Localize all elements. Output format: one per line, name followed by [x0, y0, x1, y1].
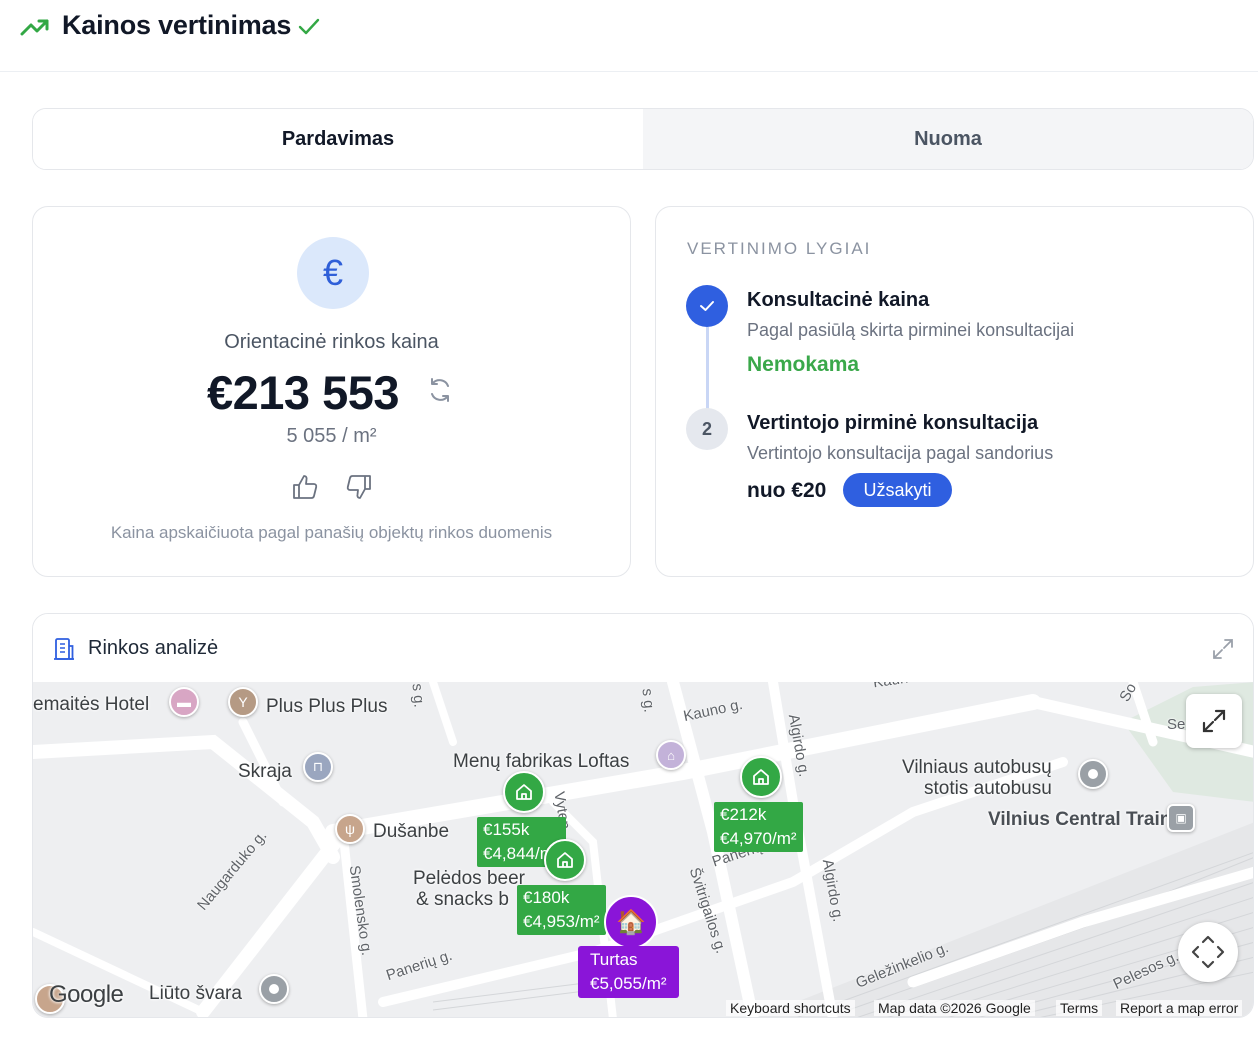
listing-price: €155k — [483, 820, 530, 839]
move-arrows-icon — [1191, 935, 1225, 969]
market-analysis-card: Rinkos analizė Kauno g. Algirdo g. Algir… — [32, 613, 1254, 1018]
level-2-subtitle: Vertintojo konsultacija pagal sandorius — [747, 443, 1054, 463]
price-per-m2: 5 055 / m² — [286, 425, 377, 447]
street-label: s g. — [638, 687, 658, 714]
level-1-price: Nemokama — [747, 353, 860, 376]
fullscreen-button[interactable] — [1186, 694, 1242, 748]
estimate-label: Orientacinė rinkos kaina — [224, 331, 439, 353]
expand-icon[interactable] — [1210, 636, 1236, 662]
page-header: Kainos vertinimas — [0, 0, 1258, 72]
tab-rent[interactable]: Nuoma — [643, 109, 1253, 169]
target-label: Turtas — [590, 950, 638, 969]
listing-price: €180k — [523, 888, 570, 907]
shopping-bag-icon[interactable]: ⊓ — [303, 752, 333, 782]
hotel-icon[interactable]: ▬ — [169, 687, 199, 717]
price-estimate-card: € Orientacinė rinkos kaina €213 553 5 05… — [32, 206, 631, 577]
listing-house-icon[interactable] — [503, 771, 545, 813]
refresh-icon[interactable] — [427, 377, 453, 403]
listing-house-icon[interactable] — [544, 839, 586, 881]
target-price-tag[interactable]: Turtas €5,055/m² — [578, 946, 679, 998]
valuation-levels-card: VERTINIMO LYGIAI Konsultacinė kaina Paga… — [655, 206, 1254, 577]
bus-station-icon[interactable] — [1078, 759, 1108, 789]
step-connector — [706, 327, 709, 410]
train-icon[interactable]: ▣ — [1167, 804, 1195, 832]
map-header: Rinkos analizė — [33, 614, 1253, 682]
level-1-subtitle: Pagal pasiūlą skirta pirminei konsultaci… — [747, 320, 1075, 340]
keyboard-shortcuts-link[interactable]: Keyboard shortcuts — [726, 1000, 855, 1016]
street-label: Se — [1167, 716, 1186, 733]
poi-label-skraja: Skraja — [238, 761, 292, 782]
building-icon — [54, 638, 74, 660]
check-icon — [298, 18, 320, 35]
page-title: Kainos vertinimas — [62, 10, 292, 40]
euro-icon: € — [297, 237, 369, 309]
terms-link[interactable]: Terms — [1056, 1000, 1103, 1016]
report-map-error-link[interactable]: Report a map error — [1116, 1000, 1243, 1016]
thumbs-down-icon[interactable] — [345, 473, 373, 501]
mode-tabs: Pardavimas Nuoma — [32, 108, 1254, 170]
restaurant-icon[interactable]: ψ — [335, 814, 365, 844]
tab-sale[interactable]: Pardavimas — [33, 109, 643, 169]
poi-label-peledos-line2: & snacks b — [416, 889, 509, 910]
poi-label-restaurant: Menų fabrikas Loftas — [453, 751, 630, 772]
estimate-footnote: Kaina apskaičiuota pagal panašių objektų… — [110, 523, 553, 542]
street-label: s g. — [408, 682, 428, 709]
level-1-title: Konsultacinė kaina — [747, 289, 930, 311]
recenter-button[interactable] — [1178, 922, 1238, 982]
levels-title: VERTINIMO LYGIAI — [687, 239, 872, 258]
map-data-attribution: Map data ©2026 Google — [874, 1000, 1035, 1016]
step-2-badge: 2 — [686, 408, 728, 450]
level-2-price: nuo €20 — [747, 479, 827, 502]
listing-price-tag[interactable]: €212k €4,970/m² — [714, 802, 803, 852]
poi-label-bar: Plus Plus Plus — [266, 696, 388, 717]
thumbs-up-icon[interactable] — [291, 473, 319, 501]
estimated-price: €213 553 — [207, 366, 400, 419]
poi-label-bus-line2: stotis autobusu — [924, 778, 1052, 799]
map-canvas[interactable]: Kauno g. Algirdo g. Algirdo g. Naugarduk… — [33, 682, 1253, 1017]
target-price-per-m2: €5,055/m² — [590, 974, 667, 993]
poi-label-liuto: Liūto švara — [149, 983, 242, 1004]
step-done-check-icon — [686, 285, 728, 327]
poi-label-train: Vilnius Central Train — [988, 809, 1172, 830]
fullscreen-icon — [1202, 709, 1226, 733]
target-house-icon[interactable]: 🏠 — [604, 895, 658, 949]
level-2-title: Vertintojo pirminė konsultacija — [747, 412, 1039, 434]
listing-house-icon[interactable] — [740, 756, 782, 798]
poi-label-peledos: Pelėdos beer — [413, 868, 525, 889]
google-logo: Google — [49, 981, 124, 1008]
listing-price-per-m2: €4,970/m² — [720, 829, 797, 848]
poi-label-hotel: emaitės Hotel — [33, 694, 150, 715]
museum-icon[interactable]: ⌂ — [656, 740, 686, 770]
map-section-title: Rinkos analizė — [88, 637, 219, 659]
listing-price: €212k — [720, 805, 767, 824]
listing-price-per-m2: €4,953/m² — [523, 912, 600, 931]
poi-label-dusanbe: Dušanbe — [373, 821, 450, 842]
poi-label-bus: Vilniaus autobusų — [902, 757, 1052, 778]
listing-price-tag[interactable]: €180k €4,953/m² — [517, 885, 606, 935]
cocktail-icon[interactable]: Y — [228, 687, 258, 717]
trending-up-icon — [20, 19, 49, 36]
place-icon[interactable] — [259, 974, 289, 1004]
order-button[interactable]: Užsakyti — [843, 473, 952, 507]
